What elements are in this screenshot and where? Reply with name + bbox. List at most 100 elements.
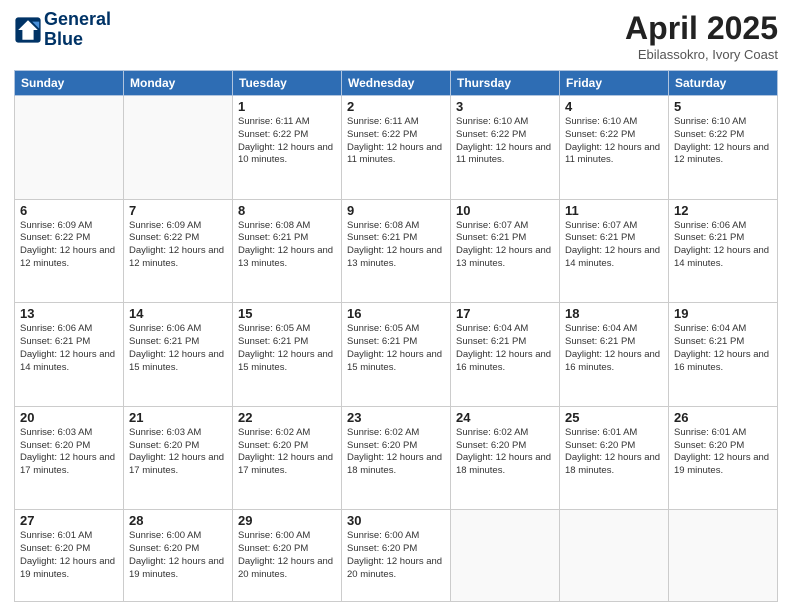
calendar-cell [15, 96, 124, 200]
day-number: 11 [565, 203, 663, 218]
calendar-cell: 11 Sunrise: 6:07 AM Sunset: 6:21 PM Dayli… [560, 199, 669, 303]
calendar-cell: 10 Sunrise: 6:07 AM Sunset: 6:21 PM Dayli… [451, 199, 560, 303]
weekday-header-friday: Friday [560, 71, 669, 96]
day-number: 14 [129, 306, 227, 321]
day-info: Sunrise: 6:06 AM Sunset: 6:21 PM Dayligh… [674, 220, 772, 271]
day-number: 29 [238, 513, 336, 528]
day-info: Sunrise: 6:07 AM Sunset: 6:21 PM Dayligh… [565, 220, 663, 271]
calendar: SundayMondayTuesdayWednesdayThursdayFrid… [14, 70, 778, 602]
day-number: 28 [129, 513, 227, 528]
calendar-cell: 16 Sunrise: 6:05 AM Sunset: 6:21 PM Dayli… [342, 303, 451, 407]
calendar-cell: 15 Sunrise: 6:05 AM Sunset: 6:21 PM Dayli… [233, 303, 342, 407]
day-info: Sunrise: 6:00 AM Sunset: 6:20 PM Dayligh… [347, 530, 445, 581]
calendar-cell: 26Sunrise: 6:01 AM Sunset: 6:20 PM Dayli… [669, 406, 778, 510]
day-number: 6 [20, 203, 118, 218]
day-info: Sunrise: 6:08 AM Sunset: 6:21 PM Dayligh… [347, 220, 445, 271]
day-info: Sunrise: 6:03 AM Sunset: 6:20 PM Dayligh… [20, 427, 118, 478]
week-row-3: 20 Sunrise: 6:03 AM Sunset: 6:20 PM Dayli… [15, 406, 778, 510]
day-info: Sunrise: 6:05 AM Sunset: 6:21 PM Dayligh… [347, 323, 445, 374]
calendar-cell: 19Sunrise: 6:04 AM Sunset: 6:21 PM Dayli… [669, 303, 778, 407]
day-number: 13 [20, 306, 118, 321]
day-number: 24 [456, 410, 554, 425]
day-info: Sunrise: 6:05 AM Sunset: 6:21 PM Dayligh… [238, 323, 336, 374]
calendar-cell [669, 510, 778, 602]
day-info: Sunrise: 6:10 AM Sunset: 6:22 PM Dayligh… [456, 116, 554, 167]
calendar-cell: 24Sunrise: 6:02 AM Sunset: 6:20 PM Dayli… [451, 406, 560, 510]
logo-icon [14, 16, 42, 44]
calendar-cell: 22Sunrise: 6:02 AM Sunset: 6:20 PM Dayli… [233, 406, 342, 510]
day-info: Sunrise: 6:02 AM Sunset: 6:20 PM Dayligh… [347, 427, 445, 478]
day-info: Sunrise: 6:02 AM Sunset: 6:20 PM Dayligh… [238, 427, 336, 478]
logo-line2: Blue [44, 30, 111, 50]
logo-line1: General [44, 10, 111, 30]
day-info: Sunrise: 6:06 AM Sunset: 6:21 PM Dayligh… [20, 323, 118, 374]
calendar-cell: 27Sunrise: 6:01 AM Sunset: 6:20 PM Dayli… [15, 510, 124, 602]
day-number: 5 [674, 99, 772, 114]
subtitle: Ebilassokro, Ivory Coast [625, 47, 778, 62]
day-number: 7 [129, 203, 227, 218]
calendar-cell: 5Sunrise: 6:10 AM Sunset: 6:22 PM Daylig… [669, 96, 778, 200]
calendar-cell: 21 Sunrise: 6:03 AM Sunset: 6:20 PM Dayli… [124, 406, 233, 510]
week-row-0: 1Sunrise: 6:11 AM Sunset: 6:22 PM Daylig… [15, 96, 778, 200]
day-number: 16 [347, 306, 445, 321]
day-info: Sunrise: 6:01 AM Sunset: 6:20 PM Dayligh… [565, 427, 663, 478]
week-row-1: 6 Sunrise: 6:09 AM Sunset: 6:22 PM Daylig… [15, 199, 778, 303]
calendar-cell: 9 Sunrise: 6:08 AM Sunset: 6:21 PM Daylig… [342, 199, 451, 303]
day-info: Sunrise: 6:03 AM Sunset: 6:20 PM Dayligh… [129, 427, 227, 478]
header: General Blue April 2025 Ebilassokro, Ivo… [14, 10, 778, 62]
day-info: Sunrise: 6:08 AM Sunset: 6:21 PM Dayligh… [238, 220, 336, 271]
logo: General Blue [14, 10, 111, 50]
day-info: Sunrise: 6:10 AM Sunset: 6:22 PM Dayligh… [565, 116, 663, 167]
weekday-header-thursday: Thursday [451, 71, 560, 96]
day-number: 8 [238, 203, 336, 218]
calendar-cell: 30 Sunrise: 6:00 AM Sunset: 6:20 PM Dayli… [342, 510, 451, 602]
calendar-cell: 17 Sunrise: 6:04 AM Sunset: 6:21 PM Dayli… [451, 303, 560, 407]
calendar-cell [451, 510, 560, 602]
calendar-cell: 3 Sunrise: 6:10 AM Sunset: 6:22 PM Daylig… [451, 96, 560, 200]
weekday-header-row: SundayMondayTuesdayWednesdayThursdayFrid… [15, 71, 778, 96]
calendar-cell: 8 Sunrise: 6:08 AM Sunset: 6:21 PM Daylig… [233, 199, 342, 303]
calendar-cell: 7 Sunrise: 6:09 AM Sunset: 6:22 PM Daylig… [124, 199, 233, 303]
calendar-cell [560, 510, 669, 602]
day-number: 3 [456, 99, 554, 114]
calendar-cell: 6 Sunrise: 6:09 AM Sunset: 6:22 PM Daylig… [15, 199, 124, 303]
day-number: 9 [347, 203, 445, 218]
day-number: 10 [456, 203, 554, 218]
calendar-cell: 13 Sunrise: 6:06 AM Sunset: 6:21 PM Dayli… [15, 303, 124, 407]
main-title: April 2025 [625, 10, 778, 47]
day-info: Sunrise: 6:07 AM Sunset: 6:21 PM Dayligh… [456, 220, 554, 271]
day-number: 15 [238, 306, 336, 321]
day-info: Sunrise: 6:09 AM Sunset: 6:22 PM Dayligh… [20, 220, 118, 271]
calendar-cell: 1Sunrise: 6:11 AM Sunset: 6:22 PM Daylig… [233, 96, 342, 200]
weekday-header-sunday: Sunday [15, 71, 124, 96]
day-info: Sunrise: 6:01 AM Sunset: 6:20 PM Dayligh… [20, 530, 118, 581]
calendar-cell: 4 Sunrise: 6:10 AM Sunset: 6:22 PM Daylig… [560, 96, 669, 200]
calendar-cell: 20 Sunrise: 6:03 AM Sunset: 6:20 PM Dayli… [15, 406, 124, 510]
logo-text: General Blue [44, 10, 111, 50]
day-info: Sunrise: 6:11 AM Sunset: 6:22 PM Dayligh… [347, 116, 445, 167]
calendar-cell: 18Sunrise: 6:04 AM Sunset: 6:21 PM Dayli… [560, 303, 669, 407]
week-row-2: 13 Sunrise: 6:06 AM Sunset: 6:21 PM Dayli… [15, 303, 778, 407]
day-number: 17 [456, 306, 554, 321]
day-number: 20 [20, 410, 118, 425]
weekday-header-wednesday: Wednesday [342, 71, 451, 96]
day-info: Sunrise: 6:04 AM Sunset: 6:21 PM Dayligh… [674, 323, 772, 374]
weekday-header-saturday: Saturday [669, 71, 778, 96]
day-info: Sunrise: 6:04 AM Sunset: 6:21 PM Dayligh… [456, 323, 554, 374]
calendar-cell: 2Sunrise: 6:11 AM Sunset: 6:22 PM Daylig… [342, 96, 451, 200]
day-number: 23 [347, 410, 445, 425]
day-info: Sunrise: 6:06 AM Sunset: 6:21 PM Dayligh… [129, 323, 227, 374]
day-number: 12 [674, 203, 772, 218]
day-number: 30 [347, 513, 445, 528]
day-number: 4 [565, 99, 663, 114]
weekday-header-monday: Monday [124, 71, 233, 96]
calendar-cell: 25 Sunrise: 6:01 AM Sunset: 6:20 PM Dayli… [560, 406, 669, 510]
title-block: April 2025 Ebilassokro, Ivory Coast [625, 10, 778, 62]
day-number: 26 [674, 410, 772, 425]
page: General Blue April 2025 Ebilassokro, Ivo… [0, 0, 792, 612]
day-info: Sunrise: 6:09 AM Sunset: 6:22 PM Dayligh… [129, 220, 227, 271]
week-row-4: 27Sunrise: 6:01 AM Sunset: 6:20 PM Dayli… [15, 510, 778, 602]
day-number: 21 [129, 410, 227, 425]
calendar-cell: 29Sunrise: 6:00 AM Sunset: 6:20 PM Dayli… [233, 510, 342, 602]
day-number: 25 [565, 410, 663, 425]
